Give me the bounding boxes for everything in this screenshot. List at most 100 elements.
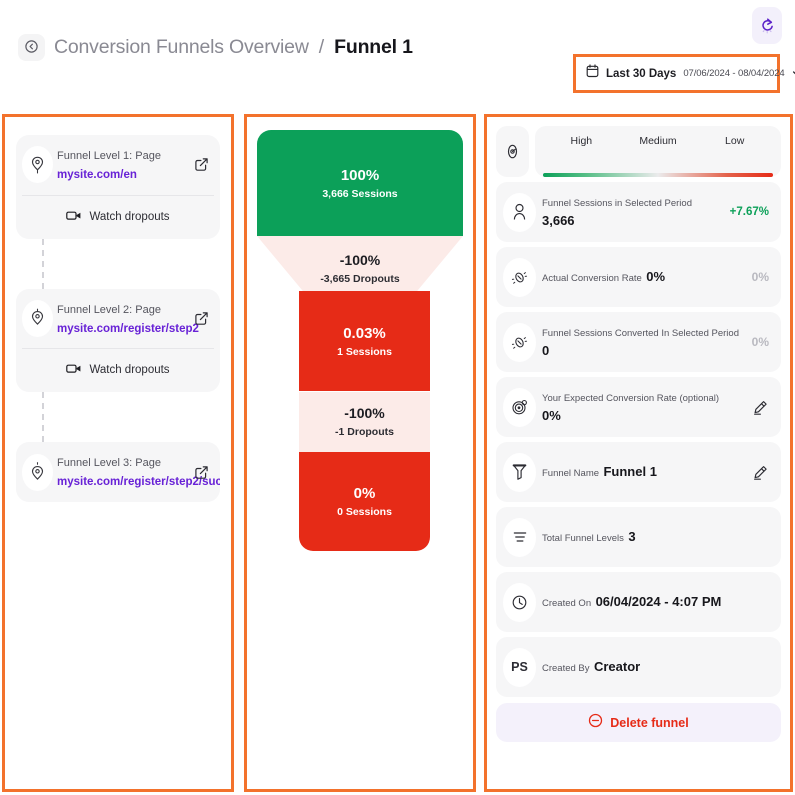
funnel-stage-2[interactable]: 0.03% 1 Sessions bbox=[299, 291, 430, 391]
detail-row-created-by[interactable]: PS Created By Creator bbox=[496, 637, 781, 697]
detail-right: 0% bbox=[729, 335, 769, 349]
conversion-rate-icon bbox=[503, 322, 536, 362]
legend-label-high: High bbox=[570, 135, 593, 147]
performance-gradient-bar bbox=[543, 173, 773, 177]
detail-row-funnel-name[interactable]: Funnel Name Funnel 1 bbox=[496, 442, 781, 502]
breadcrumb-root[interactable]: Conversion Funnels Overview bbox=[54, 36, 309, 59]
funnel-stage-1[interactable]: 100% 3,666 Sessions bbox=[257, 130, 463, 236]
delete-funnel-label: Delete funnel bbox=[610, 715, 689, 730]
detail-value: 0% bbox=[646, 269, 666, 285]
funnel-level-card[interactable]: Funnel Level 1: Page mysite.com/en Watch… bbox=[16, 135, 220, 239]
watch-dropouts-button[interactable]: Watch dropouts bbox=[16, 349, 220, 392]
funnel-level-header: Funnel Level 3: Page mysite.com/register… bbox=[16, 442, 220, 502]
funnel-details-panel: High Medium Low Funnel Sessions in Selec… bbox=[484, 114, 793, 792]
detail-right: +7.67% bbox=[729, 206, 769, 218]
back-button[interactable] bbox=[18, 34, 45, 61]
performance-legend: High Medium Low bbox=[496, 126, 781, 177]
detail-delta-badge: 0% bbox=[751, 270, 769, 284]
location-pin-icon bbox=[22, 453, 53, 491]
funnel-level-text: Funnel Level 2: Page mysite.com/register… bbox=[57, 300, 199, 338]
pencil-icon[interactable] bbox=[752, 464, 769, 481]
video-camera-icon bbox=[66, 361, 82, 379]
detail-label: Your Expected Conversion Rate (optional) bbox=[542, 393, 720, 405]
funnel-stage-1-sessions: 3,666 Sessions bbox=[322, 187, 398, 200]
performance-gradient-panel: High Medium Low bbox=[535, 126, 781, 177]
funnel-level-header: Funnel Level 2: Page mysite.com/register… bbox=[16, 289, 220, 349]
funnel-level-header: Funnel Level 1: Page mysite.com/en bbox=[16, 135, 220, 195]
funnel-level-card[interactable]: Funnel Level 2: Page mysite.com/register… bbox=[16, 288, 220, 393]
detail-row-created-on[interactable]: Created On 06/04/2024 - 4:07 PM bbox=[496, 572, 781, 632]
target-icon bbox=[503, 387, 536, 427]
detail-label: Funnel Sessions in Selected Period bbox=[542, 198, 692, 210]
chevron-down-icon[interactable] bbox=[792, 70, 795, 78]
funnel-level-url[interactable]: mysite.com/en bbox=[57, 169, 137, 181]
detail-body: Funnel Sessions Converted In Selected Pe… bbox=[542, 323, 739, 361]
avatar: PS bbox=[503, 647, 536, 687]
detail-value: 0 bbox=[542, 343, 550, 359]
detail-body: Actual Conversion Rate 0% bbox=[542, 267, 723, 287]
detail-label: Funnel Sessions Converted In Selected Pe… bbox=[542, 328, 739, 340]
breadcrumb-separator: / bbox=[318, 36, 325, 58]
detail-body: Funnel Name Funnel 1 bbox=[542, 462, 723, 482]
detail-row-sessions-converted[interactable]: Funnel Sessions Converted In Selected Pe… bbox=[496, 312, 781, 372]
refresh-icon bbox=[760, 17, 775, 34]
detail-value: Funnel 1 bbox=[603, 464, 657, 480]
delete-funnel-button[interactable]: Delete funnel bbox=[496, 703, 781, 742]
level-connector-line bbox=[42, 238, 44, 289]
breadcrumb: Conversion Funnels Overview / Funnel 1 bbox=[18, 34, 413, 61]
pencil-icon[interactable] bbox=[752, 399, 769, 416]
detail-row-funnel-sessions[interactable]: Funnel Sessions in Selected Period 3,666… bbox=[496, 182, 781, 242]
detail-row-expected-conversion-rate[interactable]: Your Expected Conversion Rate (optional)… bbox=[496, 377, 781, 437]
funnel-level-text: Funnel Level 3: Page mysite.com/register… bbox=[57, 453, 220, 491]
detail-right: 0% bbox=[729, 270, 769, 284]
external-link-icon[interactable] bbox=[190, 465, 212, 480]
detail-body: Created On 06/04/2024 - 4:07 PM bbox=[542, 592, 723, 612]
detail-row-actual-conversion-rate[interactable]: Actual Conversion Rate 0% 0% bbox=[496, 247, 781, 307]
detail-value: Creator bbox=[593, 659, 641, 675]
user-icon bbox=[503, 192, 536, 232]
funnel-chart-panel: 100% 3,666 Sessions -100% -3,665 Dropout… bbox=[244, 114, 476, 792]
minus-circle-icon bbox=[588, 713, 603, 733]
funnel-level-url[interactable]: mysite.com/register/step2 bbox=[57, 323, 199, 335]
funnel-level-title: Funnel Level 1: Page bbox=[57, 150, 161, 162]
funnel-dropoff-2-percent: -100% bbox=[344, 405, 385, 422]
level-connector-gap bbox=[16, 392, 220, 443]
funnel-dropoff-1-percent: -100% bbox=[339, 252, 381, 269]
video-camera-icon bbox=[66, 208, 82, 226]
date-range-label: Last 30 Days bbox=[606, 67, 677, 80]
funnel-details-list: High Medium Low Funnel Sessions in Selec… bbox=[487, 117, 790, 742]
detail-row-total-levels[interactable]: Total Funnel Levels 3 bbox=[496, 507, 781, 567]
watch-dropouts-label: Watch dropouts bbox=[89, 210, 170, 223]
funnel-dropoff-2[interactable]: -100% -1 Dropouts bbox=[299, 392, 430, 452]
funnel-level-card[interactable]: Funnel Level 3: Page mysite.com/register… bbox=[16, 442, 220, 502]
list-icon bbox=[503, 517, 536, 557]
watch-dropouts-button[interactable]: Watch dropouts bbox=[16, 196, 220, 239]
funnel-detail-page: Conversion Funnels Overview / Funnel 1 L… bbox=[0, 0, 795, 795]
date-range-picker[interactable]: Last 30 Days 07/06/2024 - 08/04/2024 bbox=[573, 54, 795, 93]
external-link-icon[interactable] bbox=[190, 311, 212, 326]
detail-body: Created By Creator bbox=[542, 657, 723, 677]
external-link-icon[interactable] bbox=[190, 157, 212, 172]
funnel-stage-1-percent: 100% bbox=[340, 166, 380, 184]
location-pin-icon bbox=[22, 299, 53, 337]
refresh-button[interactable] bbox=[752, 7, 782, 44]
funnel-stage-3-sessions: 0 Sessions bbox=[337, 506, 392, 519]
funnel-stage-3-percent: 0% bbox=[353, 485, 376, 502]
legend-label-medium: Medium bbox=[639, 135, 677, 147]
date-range-value: 07/06/2024 - 08/04/2024 bbox=[683, 68, 785, 79]
detail-value: 0% bbox=[542, 408, 561, 424]
detail-body: Total Funnel Levels 3 bbox=[542, 527, 723, 547]
funnel-chart: 100% 3,666 Sessions -100% -3,665 Dropout… bbox=[247, 117, 473, 789]
funnel-stage-3[interactable]: 0% 0 Sessions bbox=[299, 452, 430, 551]
level-connector-gap bbox=[16, 238, 220, 289]
funnel-stage-2-sessions: 1 Sessions bbox=[337, 345, 392, 358]
funnel-icon bbox=[503, 452, 536, 492]
location-pin-icon bbox=[22, 146, 53, 184]
calendar-icon bbox=[586, 64, 599, 83]
clock-icon bbox=[503, 582, 536, 622]
detail-right bbox=[729, 399, 769, 416]
detail-label: Created By bbox=[542, 663, 590, 675]
back-arrow-circle-icon bbox=[24, 39, 39, 57]
gauge-icon bbox=[496, 126, 529, 177]
detail-delta-badge: +7.67% bbox=[729, 206, 769, 218]
